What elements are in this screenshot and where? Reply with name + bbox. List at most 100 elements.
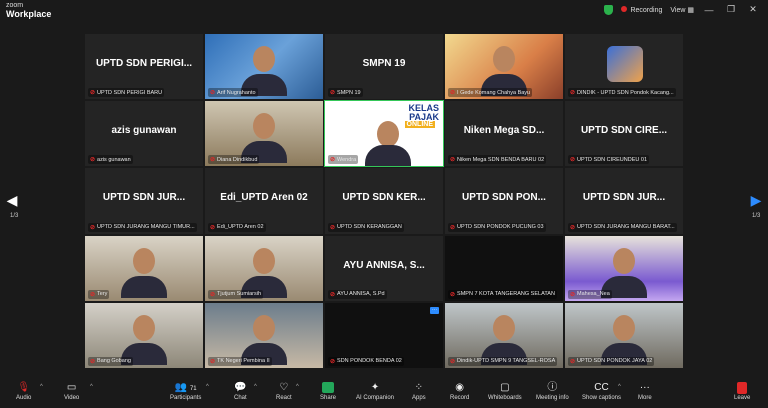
participant-name-label: ⊘ Mahesa_Nea <box>568 289 612 299</box>
participant-tile[interactable]: azis gunawan ⊘ azis gunawan <box>84 100 204 168</box>
mic-muted-icon: ⊘ <box>450 157 456 164</box>
participant-name: SDN PONDOK BENDA 02 <box>337 358 402 365</box>
participant-head <box>613 314 635 341</box>
participant-display-name: UPTD SDN KER... <box>342 192 426 204</box>
recording-indicator[interactable]: Recording <box>621 5 662 14</box>
participants-caret-icon[interactable]: ^ <box>206 384 209 390</box>
participant-tile[interactable]: ⊘ Bang Gobang <box>84 301 204 369</box>
mic-muted-icon: ⊘ <box>210 224 216 231</box>
close-button[interactable]: ✕ <box>746 4 760 15</box>
participant-tile[interactable]: Niken Mega SD... ⊘ Niken Mega SDN BENDA BA… <box>444 100 564 168</box>
participant-tile[interactable]: ⊘ Diana Dindikbud <box>204 100 324 168</box>
participant-tile[interactable]: KELAS PAJAK ONLINE ⊘ Wendra <box>324 100 444 168</box>
view-label: View <box>670 6 686 14</box>
participant-tile[interactable]: UPTD SDN CIRE... ⊘ UPTD SDN CIREUNDEU 01 <box>564 100 684 168</box>
participant-tile[interactable]: ⊘ SMPN 7 KOTA TANGERANG SELATAN <box>444 234 564 302</box>
audio-caret-icon[interactable]: ^ <box>40 384 43 390</box>
zoom-logo: zoom Workplace <box>6 2 52 19</box>
participant-tile[interactable]: ··· ⊘ SDN PONDOK BENDA 02 <box>324 301 444 369</box>
whiteboard-icon: ▢ <box>500 382 510 393</box>
whiteboards-button[interactable]: ▢ Whiteboards <box>488 380 522 401</box>
video-caret-icon[interactable]: ^ <box>90 384 93 390</box>
chat-label: Chat <box>234 395 247 401</box>
heart-icon: ♡ <box>279 382 289 393</box>
maximize-button[interactable]: ❐ <box>724 4 738 15</box>
participant-name: Dindik-UPTD SMPN 9 TANGSEL-ROSA <box>457 358 556 365</box>
participant-tile[interactable]: UPTD SDN JUR... ⊘ UPTD SDN JURANG MANGU BA… <box>564 167 684 235</box>
participant-name-label: ⊘ Arif Nugrahanto <box>208 88 258 98</box>
mic-muted-icon: ⊘ <box>90 291 96 298</box>
participant-count: 71 <box>189 386 197 392</box>
mic-muted-icon: ⊘ <box>450 358 456 365</box>
captions-icon: CC <box>594 382 609 393</box>
mic-muted-icon: ⊘ <box>330 157 336 164</box>
participant-tile[interactable]: ⊘ Arif Nugrahanto <box>204 33 324 101</box>
participant-tile[interactable]: UPTD SDN JUR... ⊘ UPTD SDN JURANG MANGU TI… <box>84 167 204 235</box>
leave-button[interactable]: Leave <box>734 380 750 401</box>
participant-tile[interactable]: UPTD SDN KER... ⊘ UPTD SDN KERANGGAN <box>324 167 444 235</box>
record-button[interactable]: ◉ Record <box>450 380 469 401</box>
participant-name: SMPN 19 <box>337 89 361 96</box>
participant-tile[interactable]: ⊘ UPTD SDN PONDOK JAYA 02 <box>564 301 684 369</box>
minimize-button[interactable]: — <box>702 5 716 15</box>
participant-tile[interactable]: ⊘ Mahesa_Nea <box>564 234 684 302</box>
participant-tile[interactable]: ⊘ Tery <box>84 234 204 302</box>
leave-label: Leave <box>734 395 751 401</box>
react-label: React <box>276 395 292 401</box>
logo-line2: Workplace <box>6 9 52 19</box>
participants-button[interactable]: 👥 71 Participants <box>170 380 201 401</box>
participant-name-label: ⊘ TK Negeri Pembina II <box>208 356 272 366</box>
leave-door-icon <box>737 382 748 394</box>
participant-tile[interactable]: Edi_UPTD Aren 02 ⊘ Edi_UPTD Aren 02 <box>204 167 324 235</box>
participant-name-label: ⊘ azis gunawan <box>88 155 133 165</box>
video-label: Video <box>64 395 80 401</box>
participant-name: Tjutjum Sumiarsih <box>217 291 262 298</box>
show-captions-button[interactable]: CC Show captions <box>582 380 621 401</box>
tile-more-options-icon[interactable]: ··· <box>430 306 439 314</box>
view-button[interactable]: View ▦ <box>670 6 694 14</box>
participant-name: azis gunawan <box>97 156 131 163</box>
mic-muted-icon: ⊘ <box>330 90 336 97</box>
meeting-toolbar: 🎙 Audio ^ ▭ Video ^ 👥 71 Participants ^ 💬 Ch… <box>0 378 768 408</box>
next-page-arrow-icon[interactable]: ▶ <box>748 192 764 209</box>
participant-body <box>365 145 411 167</box>
mic-muted-icon: ⊘ <box>90 224 96 231</box>
chat-icon: 💬 <box>234 382 247 393</box>
participant-tile[interactable]: ⊘ Tjutjum Sumiarsih <box>204 234 324 302</box>
participant-tile[interactable]: UPTD SDN PERIGI... ⊘ UPTD SDN PERIGI BARU <box>84 33 204 101</box>
participant-name: DINDIK - UPTD SDN Pondok Kacang... <box>577 89 674 96</box>
captions-label: Show captions <box>582 395 622 401</box>
more-dots-icon: ··· <box>639 382 650 393</box>
share-label: Share <box>320 395 337 401</box>
apps-button[interactable]: ⁘ Apps <box>412 380 426 401</box>
captions-caret-icon[interactable]: ^ <box>618 384 621 390</box>
participant-name: UPTD SDN PONDOK JAYA 02 <box>577 358 653 365</box>
page-count-right: 1/3 <box>752 213 761 219</box>
meeting-info-button[interactable]: ⓘ Meeting info <box>536 380 569 401</box>
participant-head <box>253 314 275 341</box>
prev-page-arrow-icon[interactable]: ◀ <box>4 192 20 209</box>
participant-tile[interactable]: AYU ANNISA, S... ⊘ AYU ANNISA, S.Pd <box>324 234 444 302</box>
mic-muted-icon: ⊘ <box>210 291 216 298</box>
more-button[interactable]: ··· More <box>638 380 652 401</box>
participant-tile[interactable]: UPTD SDN PON... ⊘ UPTD SDN PONDOK PUCUNG 0… <box>444 167 564 235</box>
participant-tile[interactable]: ⊘ TK Negeri Pembina II <box>204 301 324 369</box>
participant-tile[interactable]: SMPN 19 ⊘ SMPN 19 <box>324 33 444 101</box>
chat-button[interactable]: 💬 Chat <box>234 380 247 401</box>
participant-name: UPTD SDN PONDOK PUCUNG 03 <box>457 224 544 231</box>
share-button[interactable]: Share <box>320 380 336 401</box>
security-shield-icon[interactable] <box>604 4 614 15</box>
participant-display-name: azis gunawan <box>111 125 177 137</box>
participant-tile[interactable]: ⊘ Dindik-UPTD SMPN 9 TANGSEL-ROSA <box>444 301 564 369</box>
participant-display-name: UPTD SDN PERIGI... <box>95 58 193 69</box>
audio-button[interactable]: 🎙 Audio <box>16 380 31 401</box>
participant-name: Edi_UPTD Aren 02 <box>217 224 264 231</box>
participant-tile[interactable]: ⊘ DINDIK - UPTD SDN Pondok Kacang... <box>564 33 684 101</box>
participant-tile[interactable]: ⊘ I Gede Komang Chahya Bayu <box>444 33 564 101</box>
ai-companion-button[interactable]: ✦ AI Companion <box>356 380 394 401</box>
react-button[interactable]: ♡ React <box>276 380 292 401</box>
avatar <box>607 46 643 82</box>
chat-caret-icon[interactable]: ^ <box>254 384 257 390</box>
video-button[interactable]: ▭ Video <box>64 380 79 401</box>
react-caret-icon[interactable]: ^ <box>296 384 299 390</box>
